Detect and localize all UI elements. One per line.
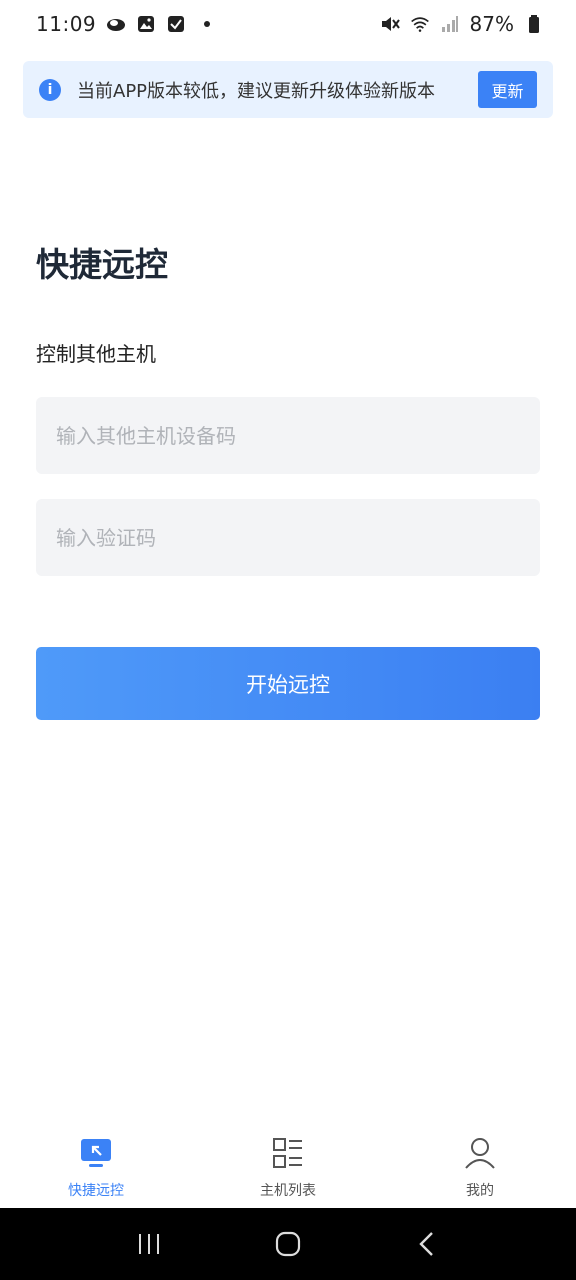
status-bar-left: 11:09 xyxy=(36,12,211,36)
system-nav-bar xyxy=(0,1208,576,1280)
section-label: 控制其他主机 xyxy=(36,342,156,366)
person-icon xyxy=(465,1138,495,1169)
wifi-icon xyxy=(410,14,430,34)
page-title: 快捷远控 xyxy=(36,245,168,284)
start-remote-button[interactable]: 开始远控 xyxy=(36,647,540,720)
update-button[interactable]: 更新 xyxy=(478,71,537,108)
notification-icon xyxy=(106,14,126,34)
home-icon xyxy=(275,1231,301,1257)
tab-quick-remote[interactable]: 快捷远控 xyxy=(0,1122,192,1208)
status-bar: 11:09 87% xyxy=(0,0,576,48)
image-icon xyxy=(136,14,156,34)
tab-host-list[interactable]: 主机列表 xyxy=(192,1122,384,1208)
tab-label: 我的 xyxy=(466,1183,494,1199)
battery-icon xyxy=(524,14,544,34)
tab-mine[interactable]: 我的 xyxy=(384,1122,576,1208)
bottom-tab-bar: 快捷远控 主机列表 我的 xyxy=(0,1122,576,1208)
remote-screen-icon xyxy=(81,1139,111,1167)
device-code-input[interactable] xyxy=(36,397,540,474)
status-bar-right: 87% xyxy=(380,12,544,36)
host-list-icon xyxy=(273,1138,302,1168)
tab-label: 快捷远控 xyxy=(68,1183,124,1199)
recent-apps-button[interactable] xyxy=(129,1224,169,1264)
status-time: 11:09 xyxy=(36,12,97,36)
update-banner-text: 当前APP版本较低，建议更新升级体验新版本 xyxy=(77,80,436,102)
back-button[interactable] xyxy=(407,1224,447,1264)
battery-percent: 87% xyxy=(469,12,514,36)
tab-label: 主机列表 xyxy=(260,1183,316,1199)
info-icon: i xyxy=(39,78,61,101)
signal-icon xyxy=(440,14,460,34)
recent-apps-icon xyxy=(139,1234,160,1254)
mute-icon xyxy=(380,14,400,34)
home-button[interactable] xyxy=(268,1224,308,1264)
dot-icon xyxy=(204,21,211,27)
checkbox-icon xyxy=(166,14,186,34)
back-icon xyxy=(418,1232,433,1256)
update-banner: i 当前APP版本较低，建议更新升级体验新版本 更新 xyxy=(23,61,553,118)
verification-code-input[interactable] xyxy=(36,499,540,576)
